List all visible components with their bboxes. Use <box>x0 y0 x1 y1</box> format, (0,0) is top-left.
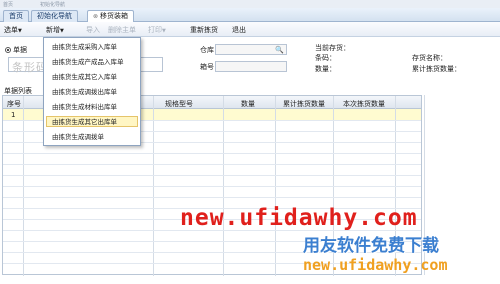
row-divider <box>3 186 421 187</box>
top-strip-item: 首页 <box>3 2 14 8</box>
tab-home[interactable]: 首页 <box>3 10 29 22</box>
row-divider <box>3 153 421 154</box>
select-label: 选单 <box>4 26 18 34</box>
menu-item-transfer[interactable]: 由拣货生成调拨单 <box>46 131 138 142</box>
delete-header-label: 删除主单 <box>108 26 136 34</box>
col-header[interactable]: 序号 <box>7 99 21 109</box>
chevron-down-icon: ▼ <box>162 28 166 34</box>
search-icon[interactable]: 🔍 <box>275 46 284 54</box>
exit-button[interactable]: 退出 <box>232 25 246 35</box>
col-header[interactable]: 累计拣货数量 <box>283 99 325 109</box>
col-header[interactable]: 数量 <box>241 99 255 109</box>
menu-item-purchase-in[interactable]: 由拣货生成采购入库单 <box>46 41 138 52</box>
barcode-label: 条码： <box>315 54 336 62</box>
radio-label: 单据 <box>13 46 27 54</box>
radio-doc[interactable]: 单据 <box>5 45 27 55</box>
menu-item-other-in[interactable]: 由拣货生成其它入库单 <box>46 71 138 82</box>
warehouse-label: 仓库 <box>200 46 214 54</box>
box-input[interactable] <box>215 61 287 72</box>
col-header[interactable]: 本次拣货数量 <box>343 99 385 109</box>
menu-item-product-in[interactable]: 由拣货生成产成品入库单 <box>46 56 138 67</box>
menu-item-material-out[interactable]: 由拣货生成材料出库单 <box>46 101 138 112</box>
top-strip: 首页 初始化导航 <box>0 0 500 8</box>
add-label: 新增 <box>46 26 60 34</box>
radio-icon <box>5 47 11 53</box>
inv-name-label: 存货名称： <box>412 54 447 62</box>
rescan-button[interactable]: 重新拣货 <box>190 25 218 35</box>
import-label: 导入 <box>86 26 100 34</box>
tab-label: 首页 <box>9 12 23 20</box>
print-label: 打印 <box>148 26 162 34</box>
tab-bar: 首页 初始化导航 ⊗ 移货装箱 <box>0 8 500 23</box>
current-label: 当前存货： <box>315 44 350 52</box>
col-header[interactable]: 规格型号 <box>165 99 193 109</box>
delete-header-button[interactable]: 删除主单 <box>108 25 136 35</box>
box-label: 箱号 <box>200 63 214 71</box>
menu-item-transfer-out[interactable]: 由拣货生成调拨出库单 <box>46 86 138 97</box>
row-divider <box>3 197 421 198</box>
tab-label: 移货装箱 <box>100 12 129 20</box>
close-icon[interactable]: ⊗ <box>93 13 98 20</box>
chevron-down-icon: ▼ <box>60 28 64 34</box>
menu-item-other-out[interactable]: 由拣货生成其它出库单 <box>46 116 138 127</box>
toolbar: 选单▼ 新增▼ 导入 删除主单 打印▼ 重新拣货 退出 <box>0 22 500 37</box>
rescan-label: 重新拣货 <box>190 26 218 34</box>
watermark-url-small: new.ufidawhy.com <box>303 256 448 274</box>
tab-init-nav[interactable]: 初始化导航 <box>31 10 78 22</box>
exit-label: 退出 <box>232 26 246 34</box>
tab-label: 初始化导航 <box>37 12 72 20</box>
select-button[interactable]: 选单▼ <box>4 25 22 35</box>
watermark-url: new.ufidawhy.com <box>180 205 418 231</box>
add-dropdown-menu: 由拣货生成采购入库单 由拣货生成产成品入库单 由拣货生成其它入库单 由拣货生成调… <box>43 37 141 146</box>
print-button[interactable]: 打印▼ <box>148 25 166 35</box>
row-divider <box>3 164 421 165</box>
watermark-title: 用友软件免费下载 <box>303 236 439 256</box>
add-button[interactable]: 新增▼ <box>46 25 64 35</box>
row-seq: 1 <box>11 111 16 119</box>
total-pick-label: 累计拣货数量： <box>412 65 461 73</box>
chevron-down-icon: ▼ <box>18 28 22 34</box>
import-button[interactable]: 导入 <box>86 25 100 35</box>
warehouse-input[interactable]: 🔍 <box>215 44 287 55</box>
row-divider <box>3 175 421 176</box>
top-strip-item: 初始化导航 <box>40 2 66 8</box>
qty-label: 数量： <box>315 65 336 73</box>
